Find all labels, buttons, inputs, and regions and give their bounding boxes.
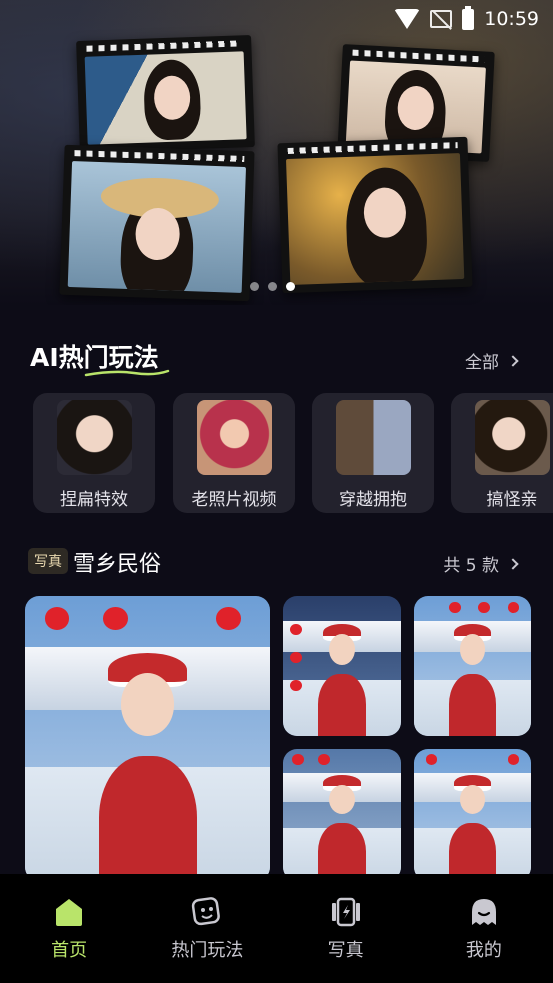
effect-label: 穿越拥抱 <box>339 490 407 510</box>
photo-template-large[interactable] <box>25 596 270 881</box>
photo-tag-badge: 写真 <box>28 548 68 574</box>
chevron-right-icon <box>507 557 519 570</box>
nav-tab-home[interactable]: 首页 <box>0 874 138 983</box>
banner-film-frame <box>59 144 255 302</box>
home-icon <box>56 899 83 926</box>
battery-charging-icon <box>462 5 475 30</box>
ai-effects-list: 捏扁特效 老照片视频 穿越拥抱 搞怪亲 <box>33 393 553 515</box>
nav-label: 热门玩法 <box>171 940 244 961</box>
carousel-dot-active[interactable] <box>286 282 295 291</box>
effect-thumbnail <box>196 400 272 475</box>
bottom-navigation: 首页 热门玩法 写真 我的 <box>0 874 553 983</box>
effect-thumbnail <box>474 400 550 475</box>
carousel-dot[interactable] <box>250 282 259 291</box>
profile-ghost-icon <box>471 899 496 925</box>
photo-template[interactable] <box>283 749 401 881</box>
effect-card[interactable]: 老照片视频 <box>173 393 295 513</box>
status-bar: 10:59 <box>0 0 553 38</box>
banner-film-frame <box>76 34 255 154</box>
nav-tab-profile[interactable]: 我的 <box>415 874 553 983</box>
view-all-button[interactable]: 全部 <box>465 348 519 373</box>
wifi-icon <box>394 9 421 29</box>
effect-label: 搞怪亲 <box>486 490 538 510</box>
photo-count-link[interactable]: 共 5 款 <box>443 551 519 576</box>
photo-section-title: 雪乡民俗 <box>73 552 162 577</box>
photo-template[interactable] <box>414 749 531 881</box>
banner-carousel[interactable] <box>0 0 553 305</box>
sticker-icon <box>192 897 221 926</box>
chevron-right-icon <box>507 354 519 367</box>
effect-card[interactable]: 穿越拥抱 <box>312 393 434 513</box>
status-time: 10:59 <box>484 8 539 30</box>
nav-label: 写真 <box>327 940 364 961</box>
photo-cards-icon <box>331 897 360 927</box>
no-sim-icon <box>430 10 453 28</box>
title-underline-decoration <box>84 369 170 377</box>
view-all-label: 全部 <box>465 353 499 373</box>
effect-card[interactable]: 搞怪亲 <box>451 393 553 513</box>
effect-label: 捏扁特效 <box>60 490 128 510</box>
carousel-indicator <box>250 282 295 291</box>
photo-count-label: 共 5 款 <box>443 556 499 576</box>
effect-card[interactable]: 捏扁特效 <box>33 393 155 513</box>
banner-film-frame <box>277 136 473 294</box>
nav-tab-hot-effects[interactable]: 热门玩法 <box>138 874 276 983</box>
photo-template[interactable] <box>414 596 531 736</box>
nav-tab-photo[interactable]: 写真 <box>277 874 415 983</box>
photo-template[interactable] <box>283 596 401 736</box>
nav-label: 首页 <box>51 940 88 961</box>
carousel-dot[interactable] <box>268 282 277 291</box>
effect-label: 老照片视频 <box>191 490 277 510</box>
effect-thumbnail <box>335 400 411 475</box>
nav-label: 我的 <box>465 940 502 961</box>
effect-thumbnail <box>56 400 132 475</box>
